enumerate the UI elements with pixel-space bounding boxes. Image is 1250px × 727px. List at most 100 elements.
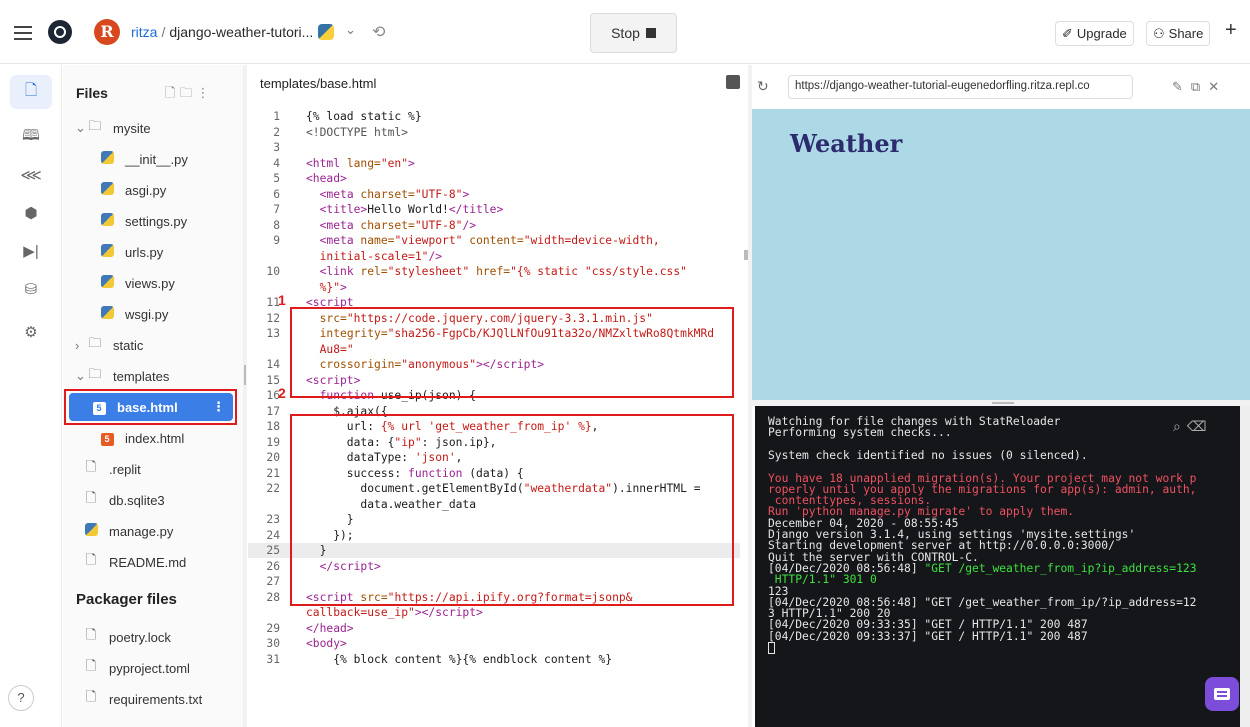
file-name: index.html	[125, 430, 185, 446]
book-icon[interactable]: 🕮	[10, 120, 52, 154]
file-tree-item[interactable]: 🗋 db.sqlite3	[63, 486, 239, 514]
add-file-icon[interactable]: 🗋	[165, 85, 179, 100]
code-text: <link rel="stylesheet" href="{% static "…	[319, 265, 687, 278]
chevron-down-icon[interactable]: ⌄	[345, 22, 356, 38]
file-tree-item[interactable]: 🗋 README.md	[63, 548, 239, 576]
file-tree-item[interactable]: manage.py	[63, 517, 239, 545]
url-field[interactable]: https://django-weather-tutorial-eugenedo…	[788, 75, 1133, 99]
project-name[interactable]: django-weather-tutori...	[169, 24, 313, 40]
code-text: <!DOCTYPE html>	[306, 125, 409, 139]
close-icon[interactable]: ✕	[1208, 79, 1227, 94]
open-new-tab-icon[interactable]: ⧉	[1191, 79, 1208, 94]
console-tools: ⌕⌫	[1173, 418, 1213, 435]
plus-icon[interactable]: +	[1225, 19, 1237, 42]
python-file-icon	[83, 523, 99, 539]
package-icon[interactable]: ⬢	[10, 196, 52, 230]
refresh-icon[interactable]: ↻	[757, 78, 769, 95]
file-name: settings.py	[125, 213, 188, 229]
code-line[interactable]: 6 <meta charset="UTF-8">	[248, 187, 740, 202]
code-line[interactable]: 10 <link rel="stylesheet" href="{% stati…	[248, 264, 740, 279]
line-number: 9	[273, 234, 280, 247]
webview-actions: ✎⧉✕	[1172, 79, 1227, 95]
clear-console-icon[interactable]: ⌫	[1187, 418, 1213, 434]
code-line[interactable]: 1 {% load static %}	[248, 109, 740, 124]
code-line[interactable]: 5 <head>	[248, 171, 740, 186]
packager-files-title: Packager files	[76, 591, 177, 608]
file-name: __init__.py	[125, 151, 188, 167]
editor-tab[interactable]: templates/base.html	[248, 65, 388, 101]
line-number: 1	[273, 110, 280, 123]
code-line[interactable]: 9 <meta name="viewport" content="width=d…	[248, 233, 740, 248]
stop-button[interactable]: Stop	[590, 13, 677, 53]
file-tree-item[interactable]: __init__.py	[63, 145, 239, 173]
code-line[interactable]: 7 <title>Hello World!</title>	[248, 202, 740, 217]
file-tree-item[interactable]: 5 index.html	[63, 424, 239, 452]
settings-gear-icon[interactable]: ⚙	[10, 315, 52, 349]
file-tree-item[interactable]: ⌄ 🗀 templates	[63, 362, 239, 390]
packager-file-item[interactable]: 🗋 requirements.txt	[63, 685, 239, 713]
line-number: 28	[266, 590, 280, 604]
code-line[interactable]: callback=use_ip"></script>	[248, 605, 740, 620]
upgrade-button[interactable]: ✐ Upgrade	[1055, 21, 1134, 46]
python-language-icon	[318, 24, 334, 40]
console[interactable]: ⌕⌫ Watching for file changes with StatRe…	[755, 406, 1240, 727]
python-file-icon	[99, 151, 115, 167]
code-line[interactable]: 31 {% block content %}{% endblock conten…	[248, 652, 740, 667]
stop-label: Stop	[611, 25, 640, 41]
highlight-box-2	[290, 414, 734, 606]
file-tree-item[interactable]: wsgi.py	[63, 300, 239, 328]
code-line[interactable]: 30 <body>	[248, 636, 740, 651]
packager-file-item[interactable]: 🗋 poetry.lock	[63, 623, 239, 651]
files-tool-icon[interactable]: 🗋	[10, 75, 52, 109]
debugger-icon[interactable]: ▶|	[10, 234, 52, 268]
file-tree-item[interactable]: urls.py	[63, 238, 239, 266]
code-line[interactable]: 8 <meta charset="UTF-8"/>	[248, 218, 740, 233]
code-editor[interactable]: templates/base.html 1 {% load static %} 2 <…	[248, 65, 748, 727]
chevron-icon[interactable]: ›	[75, 338, 85, 353]
file-tree-item[interactable]: asgi.py	[63, 176, 239, 204]
sidebar-resize-handle[interactable]	[243, 65, 247, 727]
chat-button[interactable]	[1205, 677, 1239, 711]
username-link[interactable]: ritza	[131, 24, 157, 40]
file-tree-item[interactable]: settings.py	[63, 207, 239, 235]
search-icon[interactable]: ⌕	[1173, 418, 1187, 434]
annotation-number: 2	[278, 385, 286, 401]
edit-icon[interactable]: ✎	[1172, 79, 1191, 94]
code-text: <meta charset="UTF-8"/>	[319, 218, 477, 232]
history-icon[interactable]: ⟲	[372, 22, 385, 42]
code-line[interactable]: initial-scale=1"/>	[248, 249, 740, 264]
code-line[interactable]: 2 <!DOCTYPE html>	[248, 125, 740, 140]
editor-menu-icon[interactable]	[726, 75, 740, 89]
database-icon[interactable]: ⛁	[10, 272, 52, 306]
file-name: db.sqlite3	[109, 492, 165, 508]
annotation-number: 1	[278, 292, 286, 308]
packager-file-item[interactable]: 🗋 pyproject.toml	[63, 654, 239, 682]
line-number: 5	[273, 172, 280, 185]
replit-logo[interactable]	[48, 20, 72, 44]
line-number: 18	[266, 420, 280, 433]
chevron-icon[interactable]: ⌄	[75, 120, 86, 136]
file-tree-item[interactable]: 🗋 .replit	[63, 455, 239, 483]
file-tree-item[interactable]: ⌄ 🗀 mysite	[63, 114, 239, 142]
file-tree-item[interactable]: views.py	[63, 269, 239, 297]
share-graph-icon[interactable]: ⋘	[10, 158, 52, 192]
code-line[interactable]: %}">	[248, 280, 740, 295]
more-options-icon[interactable]: ⋮	[196, 85, 213, 100]
files-panel: Files 🗋🗀⋮ ⌄ 🗀 mysite __init__.py asgi.py sett…	[63, 65, 243, 727]
file-name: asgi.py	[125, 182, 167, 198]
code-line[interactable]: 4 <html lang="en">	[248, 156, 740, 171]
line-number: 27	[266, 575, 280, 588]
share-button[interactable]: ⚇ Share	[1146, 21, 1211, 46]
console-scrollbar[interactable]	[1240, 406, 1250, 727]
menu-icon[interactable]	[14, 26, 32, 40]
file-tree-item[interactable]: › 🗀 static	[63, 331, 239, 359]
avatar[interactable]: R	[94, 19, 120, 45]
help-button[interactable]: ?	[8, 685, 34, 711]
chevron-icon[interactable]: ⌄	[75, 368, 86, 384]
add-folder-icon[interactable]: 🗀	[179, 85, 196, 100]
code-line[interactable]: 3	[248, 140, 740, 155]
file-name: requirements.txt	[109, 691, 203, 707]
console-cursor[interactable]	[768, 642, 775, 654]
code-line[interactable]: 29 </head>	[248, 621, 740, 636]
file-icon: 🗋	[85, 627, 97, 642]
